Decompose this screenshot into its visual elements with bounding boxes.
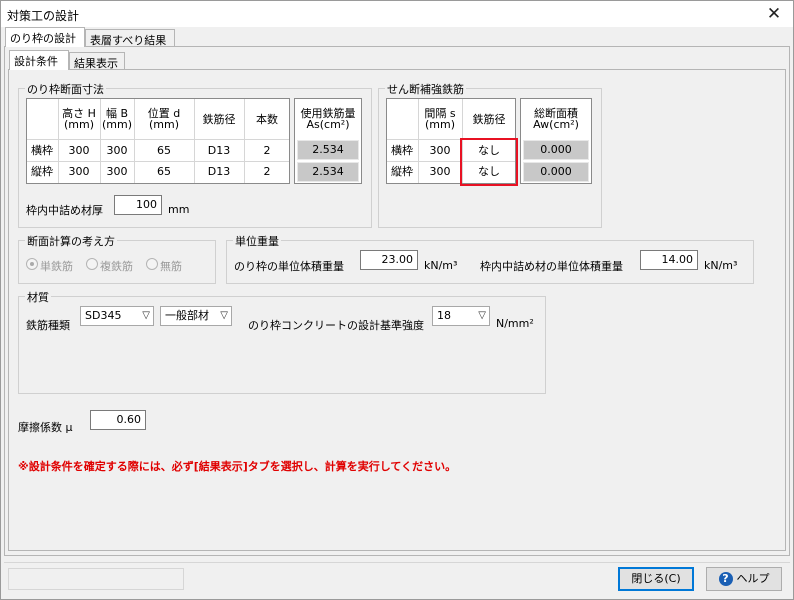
cell-count-vertical[interactable]: 2 bbox=[244, 165, 290, 178]
fill-unit-weight-label: 枠内中詰め材の単位体積重量 bbox=[480, 260, 623, 273]
tab-result-display[interactable]: 結果表示 bbox=[69, 52, 125, 70]
shear-spacing-vertical[interactable]: 300 bbox=[418, 165, 462, 178]
rebar-type-value: SD345 bbox=[85, 309, 122, 322]
radio-single-rebar-label: 単鉄筋 bbox=[40, 260, 73, 273]
radio-no-rebar[interactable] bbox=[146, 258, 158, 270]
radio-double-rebar[interactable] bbox=[86, 258, 98, 270]
used-rebar-vertical: 2.534 bbox=[297, 162, 359, 182]
cell-height-vertical[interactable]: 300 bbox=[58, 165, 100, 178]
total-area-horizontal: 0.000 bbox=[523, 140, 589, 160]
cell-position-vertical[interactable]: 65 bbox=[134, 165, 194, 178]
unit-weight-title: 単位重量 bbox=[233, 233, 281, 249]
concrete-strength-unit: N/mm² bbox=[496, 317, 534, 330]
highlight-frame bbox=[460, 138, 518, 186]
notice-text: ※設計条件を確定する際には、必ず[結果表示]タブを選択し、計算を実行してください… bbox=[18, 460, 457, 473]
tab-surface-slide-result[interactable]: 表層すべり結果 bbox=[85, 29, 175, 47]
status-field bbox=[8, 568, 184, 590]
row-label-vertical: 縦枠 bbox=[31, 165, 53, 178]
close-icon[interactable]: ✕ bbox=[763, 3, 785, 25]
fill-thickness-label: 枠内中詰め材厚 bbox=[26, 204, 103, 217]
radio-single-rebar[interactable] bbox=[26, 258, 38, 270]
chevron-down-icon: ▽ bbox=[142, 310, 150, 321]
header-height: 高さ H (mm) bbox=[62, 107, 96, 131]
header-position: 位置 d (mm) bbox=[147, 107, 181, 131]
cell-height-horizontal[interactable]: 300 bbox=[58, 144, 100, 157]
shear-section-title: せん断補強鉄筋 bbox=[385, 81, 466, 97]
cell-diameter-vertical[interactable]: D13 bbox=[194, 165, 244, 178]
row-label-horizontal: 横枠 bbox=[31, 144, 53, 157]
title-bar: 対策工の設計 ✕ bbox=[1, 1, 793, 27]
table-divider bbox=[27, 161, 289, 162]
frame-unit-weight-input[interactable]: 23.00 bbox=[360, 250, 418, 270]
chevron-down-icon: ▽ bbox=[478, 310, 486, 321]
fill-unit-weight-input[interactable]: 14.00 bbox=[640, 250, 698, 270]
shear-spacing-horizontal[interactable]: 300 bbox=[418, 144, 462, 157]
cell-width-horizontal[interactable]: 300 bbox=[100, 144, 134, 157]
friction-coefficient-input[interactable]: 0.60 bbox=[90, 410, 146, 430]
shear-row-label-vertical: 縦枠 bbox=[391, 165, 413, 178]
fill-thickness-input[interactable]: 100 bbox=[114, 195, 162, 215]
header-rebar-diameter: 鉄筋径 bbox=[202, 113, 236, 126]
cell-count-horizontal[interactable]: 2 bbox=[244, 144, 290, 157]
tab-design-conditions[interactable]: 設計条件 bbox=[9, 50, 69, 70]
rebar-type-label: 鉄筋種類 bbox=[26, 319, 70, 332]
header-shear-diameter: 鉄筋径 bbox=[472, 113, 506, 126]
frame-unit-weight-label: のり枠の単位体積重量 bbox=[234, 260, 344, 273]
header-count: 本数 bbox=[256, 113, 278, 126]
header-used-rebar: 使用鉄筋量 As(cm²) bbox=[300, 107, 356, 131]
material-title: 材質 bbox=[25, 289, 51, 305]
header-spacing: 間隔 s (mm) bbox=[424, 107, 456, 131]
concrete-strength-value: 18 bbox=[437, 309, 451, 322]
close-button[interactable]: 閉じる(C) bbox=[618, 567, 694, 591]
frame-unit-weight-unit: kN/m³ bbox=[424, 259, 458, 272]
rebar-type-select[interactable]: SD345 ▽ bbox=[80, 306, 154, 326]
tab-frame-design[interactable]: のり枠の設計 bbox=[5, 27, 85, 47]
header-total-area: 総断面積 Aw(cm²) bbox=[533, 107, 579, 131]
radio-double-rebar-label: 複鉄筋 bbox=[100, 260, 133, 273]
header-width: 幅 B (mm) bbox=[101, 107, 132, 131]
total-area-vertical: 0.000 bbox=[523, 162, 589, 182]
cell-diameter-horizontal[interactable]: D13 bbox=[194, 144, 244, 157]
member-type-value: 一般部材 bbox=[165, 309, 209, 322]
help-icon: ? bbox=[718, 572, 733, 586]
used-rebar-horizontal: 2.534 bbox=[297, 140, 359, 160]
concrete-strength-select[interactable]: 18 ▽ bbox=[432, 306, 490, 326]
cell-width-vertical[interactable]: 300 bbox=[100, 165, 134, 178]
fill-thickness-unit: mm bbox=[168, 203, 190, 216]
radio-no-rebar-label: 無筋 bbox=[160, 260, 182, 273]
concrete-strength-label: のり枠コンクリートの設計基準強度 bbox=[248, 319, 424, 332]
help-button-label: ヘルプ bbox=[736, 572, 770, 585]
fill-unit-weight-unit: kN/m³ bbox=[704, 259, 738, 272]
friction-coefficient-label: 摩擦係数 μ bbox=[18, 421, 73, 434]
chevron-down-icon: ▽ bbox=[220, 310, 228, 321]
cell-position-horizontal[interactable]: 65 bbox=[134, 144, 194, 157]
frame-section-title: のり枠断面寸法 bbox=[25, 81, 106, 97]
table-divider bbox=[27, 139, 289, 140]
calc-method-title: 断面計算の考え方 bbox=[25, 233, 117, 249]
shear-row-label-horizontal: 横枠 bbox=[391, 144, 413, 157]
member-type-select[interactable]: 一般部材 ▽ bbox=[160, 306, 232, 326]
help-button[interactable]: ? ヘルプ bbox=[706, 567, 782, 591]
window-title: 対策工の設計 bbox=[7, 9, 80, 23]
